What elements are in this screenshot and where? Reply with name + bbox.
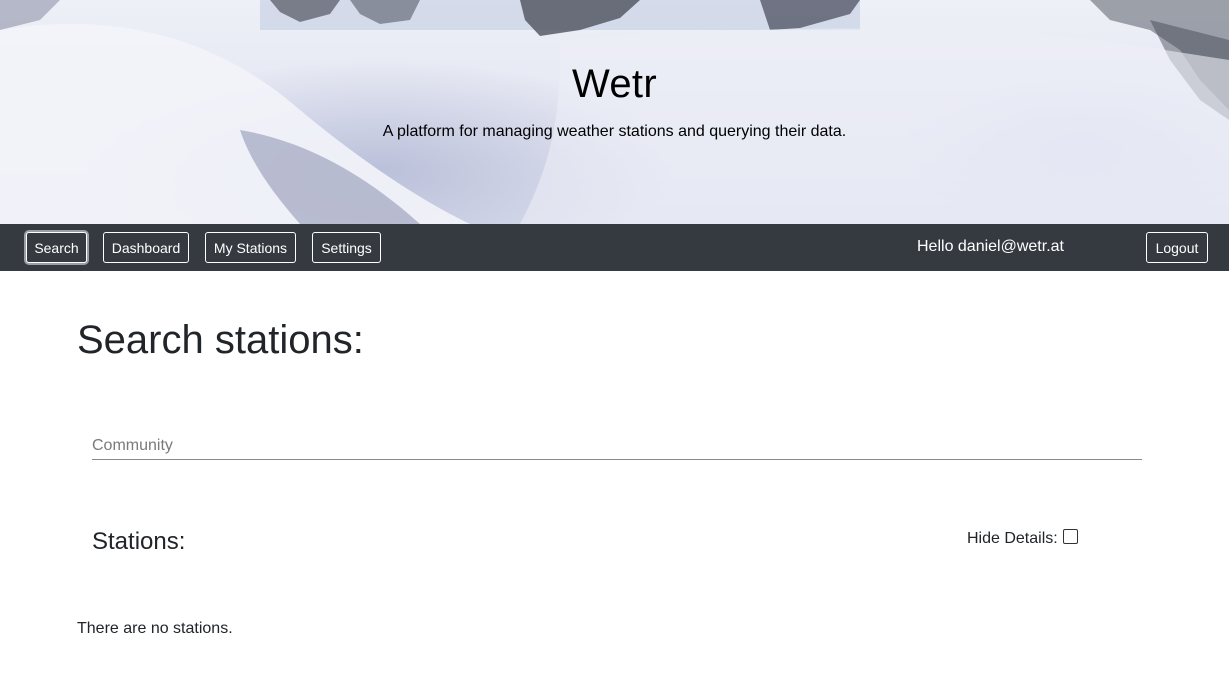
hero-banner: Wetr A platform for managing weather sta…: [0, 0, 1229, 224]
nav-search-button[interactable]: Search: [26, 232, 87, 263]
snowy-mountain-background: [0, 0, 1229, 224]
page-title: Search stations:: [77, 318, 364, 362]
hide-details-checkbox[interactable]: [1062, 528, 1078, 544]
community-search-input[interactable]: [92, 432, 1142, 459]
top-navbar: Search Dashboard My Stations Settings He…: [0, 224, 1229, 271]
logout-button[interactable]: Logout: [1146, 232, 1208, 263]
hide-details-toggle[interactable]: Hide Details:: [967, 528, 1078, 548]
app-title: Wetr: [572, 62, 657, 106]
community-search-field: [92, 432, 1142, 460]
nav-dashboard-button[interactable]: Dashboard: [103, 232, 189, 263]
nav-my-stations-button[interactable]: My Stations: [205, 232, 296, 263]
hide-details-label: Hide Details:: [967, 530, 1058, 547]
empty-stations-message: There are no stations.: [77, 620, 233, 637]
stations-heading: Stations:: [92, 528, 186, 555]
user-greeting: Hello daniel@wetr.at: [917, 238, 1064, 255]
nav-settings-button[interactable]: Settings: [312, 232, 381, 263]
app-subtitle: A platform for managing weather stations…: [382, 123, 847, 140]
